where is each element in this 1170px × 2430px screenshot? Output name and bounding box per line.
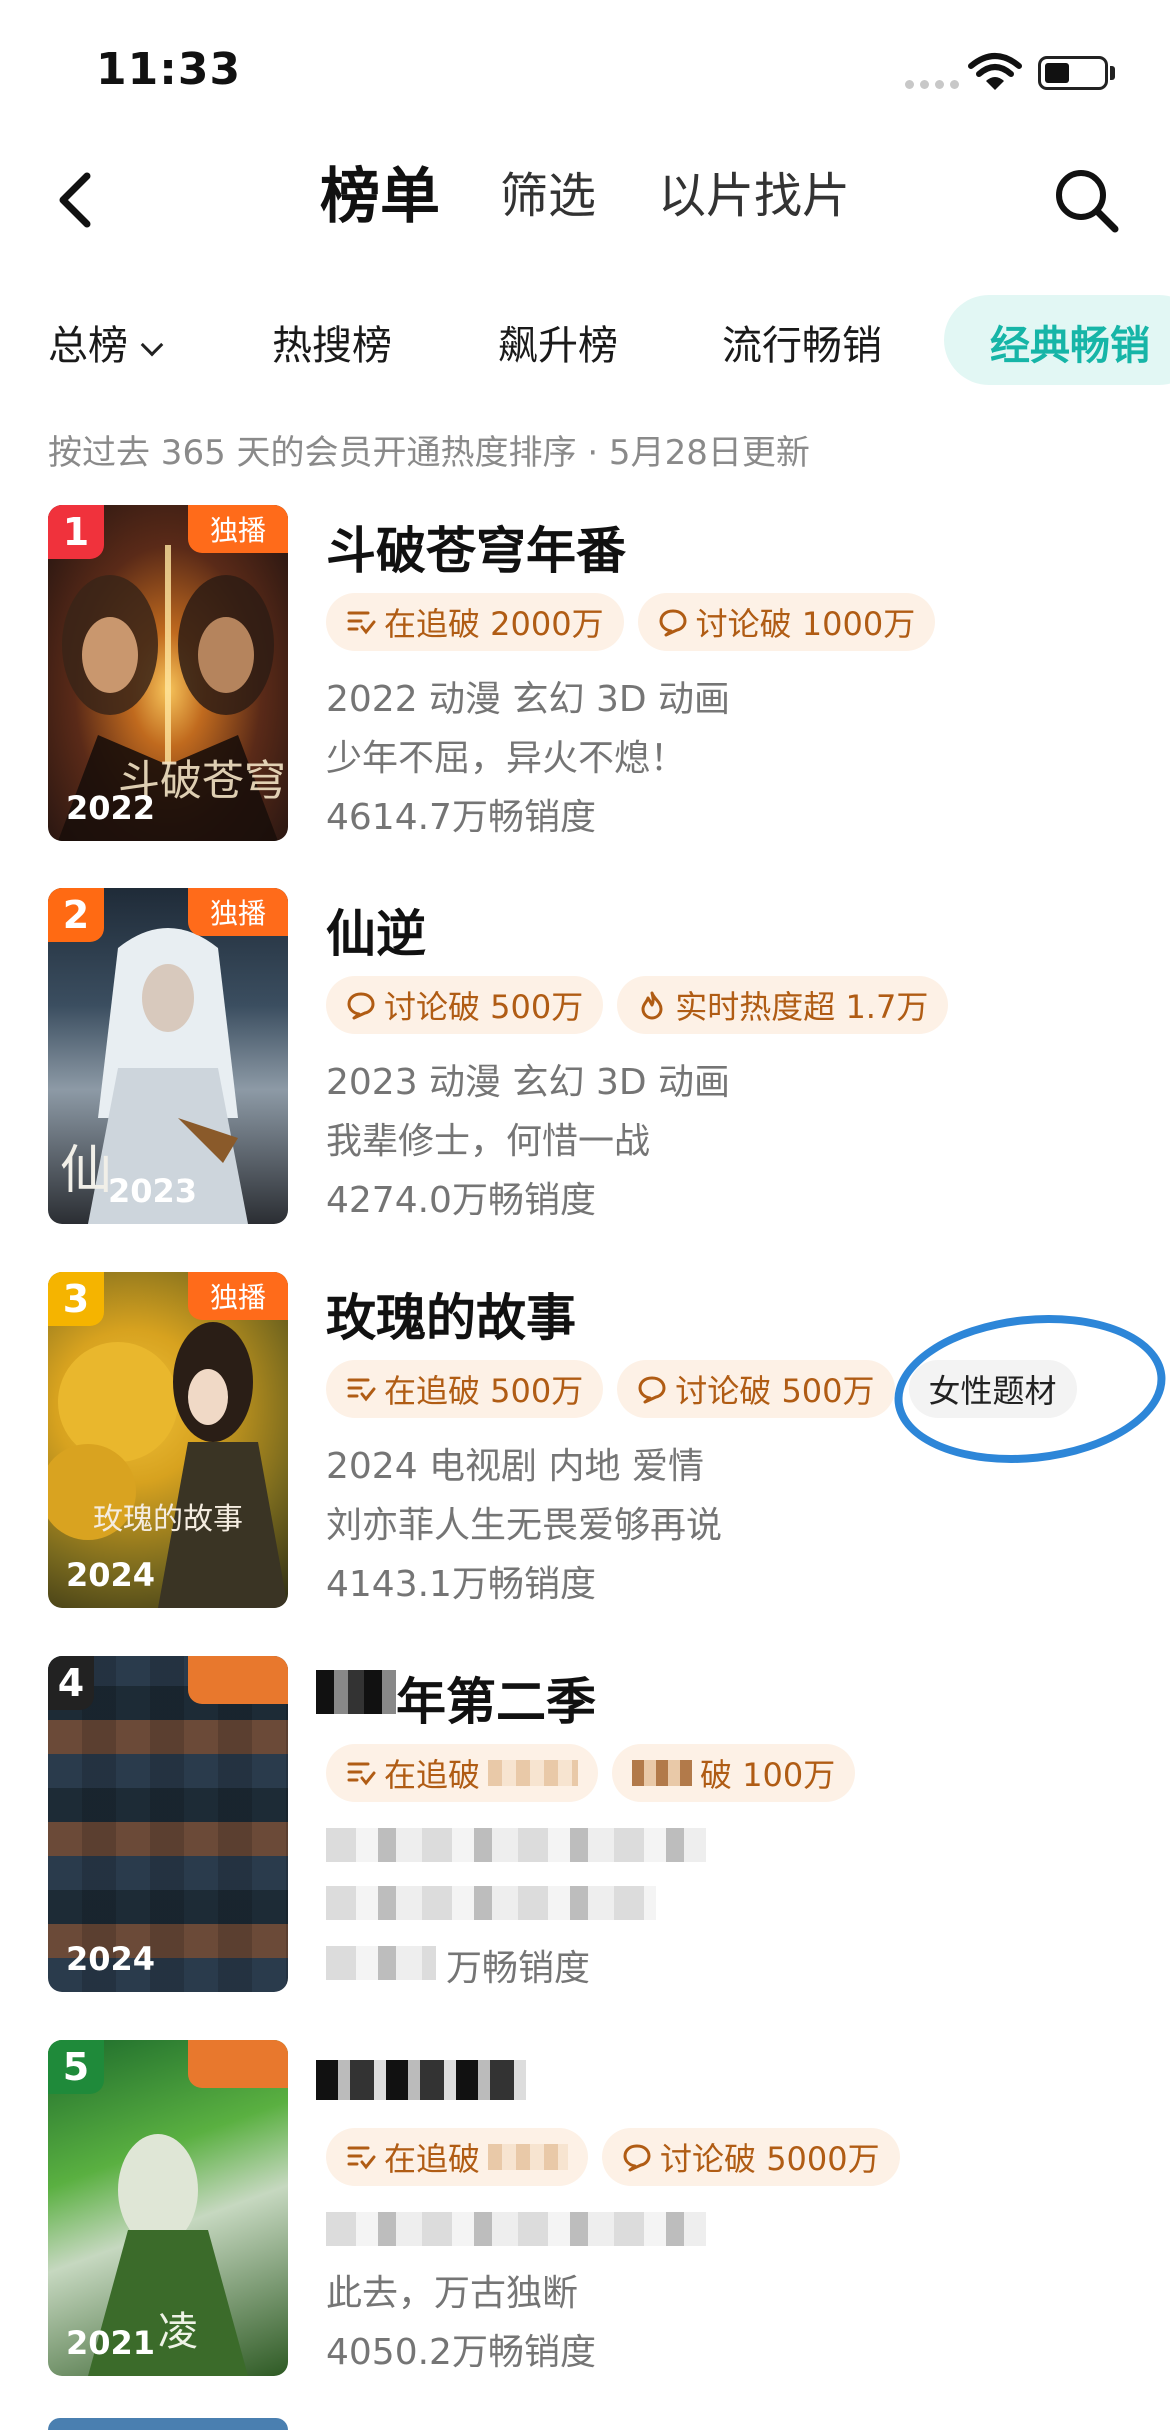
- tag-following: 在追破 2000万: [326, 593, 624, 651]
- item-info: 2024 电视剧 内地 爱情: [326, 1446, 704, 1487]
- next-poster-peek: [48, 2418, 288, 2430]
- comment-icon: [638, 1376, 666, 1404]
- battery-icon: [1038, 56, 1108, 90]
- exclusive-badge: [188, 1656, 288, 1704]
- tag-discussion: 讨论破 500万: [617, 1360, 895, 1418]
- list-item[interactable]: 凌 5 2021 在追破 讨论破 5000万 此去，万古独断 4050.2万畅销…: [0, 2040, 1170, 2380]
- rank-badge: 5: [48, 2040, 104, 2094]
- tag-following: 在追破: [326, 2128, 589, 2186]
- item-info: 2022 动漫 玄幻 3D 动画: [326, 679, 731, 720]
- exclusive-badge: [188, 2040, 288, 2088]
- following-icon: [347, 2146, 376, 2170]
- exclusive-badge: 独播: [188, 505, 288, 553]
- item-title[interactable]: 仙逆: [326, 894, 426, 966]
- tab-find-by-film[interactable]: 以片找片: [658, 156, 850, 226]
- following-icon: [347, 611, 376, 635]
- svg-text:凌: 凌: [158, 2309, 198, 2355]
- category-hot-search[interactable]: 热搜榜: [272, 313, 392, 371]
- category-bar: 总榜 热搜榜 飙升榜 流行畅销 经典畅销: [0, 295, 1170, 390]
- tag-following: 在追破 500万: [326, 1360, 604, 1418]
- category-popular[interactable]: 流行畅销: [722, 313, 882, 371]
- item-title[interactable]: [316, 2060, 526, 2100]
- exclusive-badge: 独播: [188, 888, 288, 936]
- exclusive-badge: 独播: [188, 1272, 288, 1320]
- flame-icon: [641, 991, 663, 1020]
- item-sales: 4274.0万畅销度: [326, 1180, 596, 1221]
- poster-image[interactable]: 4 2024: [48, 1656, 288, 1992]
- comment-icon: [347, 992, 375, 1020]
- back-button[interactable]: [40, 165, 110, 235]
- category-total[interactable]: 总榜: [48, 313, 164, 371]
- rank-badge: 2: [48, 888, 104, 942]
- item-tagline: 此去，万古独断: [326, 2273, 579, 2314]
- poster-year: 2022: [66, 789, 156, 827]
- poster-year: 2023: [108, 1172, 198, 1210]
- tag-discussion: 讨论破 500万: [326, 976, 604, 1034]
- list-item[interactable]: 玫瑰的故事 3 独播 2024 玫瑰的故事 在追破 500万 讨论破 500万 …: [0, 1272, 1170, 1612]
- item-tagline: 我辈修士，何惜一战: [326, 1121, 651, 1162]
- status-time: 11:33: [96, 44, 242, 95]
- tag-female-theme: 女性题材: [908, 1360, 1077, 1418]
- tag-discussion: 讨论破 5000万: [602, 2128, 900, 2186]
- poster-year: 2024: [66, 1940, 156, 1978]
- rank-badge: 1: [48, 505, 104, 559]
- item-sales: 4050.2万畅销度: [326, 2332, 596, 2373]
- tab-ranking[interactable]: 榜单: [320, 148, 440, 235]
- item-sales: 4614.7万畅销度: [326, 797, 596, 838]
- status-bar: 11:33: [0, 0, 1170, 140]
- category-classic-active[interactable]: 经典畅销: [944, 295, 1170, 385]
- item-title[interactable]: 年第二季: [396, 1662, 596, 1734]
- poster-caption: 玫瑰的故事: [93, 1502, 243, 1537]
- tag-discussion: 破 100万: [612, 1744, 856, 1802]
- tab-filter[interactable]: 筛选: [500, 156, 596, 226]
- nav-bar: 榜单 筛选 以片找片: [0, 140, 1170, 260]
- rank-badge: 3: [48, 1272, 104, 1326]
- item-sales: 万畅销度: [446, 1948, 591, 1989]
- list-item[interactable]: 仙 2 独播 2023 仙逆 讨论破 500万 实时热度超 1.7万 2023 …: [0, 888, 1170, 1228]
- poster-image[interactable]: 斗破苍穹 1 独播 2022: [48, 505, 288, 841]
- tag-discussion: 讨论破 1000万: [637, 593, 936, 651]
- poster-image[interactable]: 玫瑰的故事 3 独播 2024: [48, 1272, 288, 1608]
- svg-text:仙: 仙: [60, 1141, 112, 1201]
- poster-image[interactable]: 凌 5 2021: [48, 2040, 288, 2376]
- comment-icon: [659, 609, 687, 637]
- list-item[interactable]: 4 2024 年第二季 在追破 破 100万 万畅销度: [0, 1656, 1170, 1996]
- poster-year: 2024: [66, 1556, 156, 1594]
- list-item[interactable]: 斗破苍穹 1 独播 2022 斗破苍穹年番 在追破 2000万 讨论破 1000…: [0, 505, 1170, 845]
- item-title[interactable]: 玫瑰的故事: [326, 1278, 576, 1350]
- ranking-notice: 按过去 365 天的会员开通热度排序 · 5月28日更新: [48, 433, 810, 473]
- following-icon: [347, 1762, 376, 1786]
- item-title[interactable]: 斗破苍穹年番: [326, 511, 626, 583]
- back-arrow-icon: [59, 172, 91, 228]
- search-icon[interactable]: [1050, 164, 1122, 236]
- tag-following: 在追破: [326, 1744, 599, 1802]
- tag-heat: 实时热度超 1.7万: [617, 976, 949, 1034]
- following-icon: [347, 1378, 376, 1402]
- item-tagline: 刘亦菲人生无畏爱够再说: [326, 1505, 723, 1546]
- comment-icon: [623, 2144, 651, 2172]
- item-tagline: 少年不屈，异火不熄！: [326, 738, 687, 779]
- signal-dots-icon: [905, 80, 959, 89]
- item-sales: 4143.1万畅销度: [326, 1564, 596, 1605]
- chevron-down-icon: [140, 333, 164, 357]
- category-rising[interactable]: 飙升榜: [498, 313, 618, 371]
- wifi-icon: [968, 53, 1022, 90]
- poster-image[interactable]: 仙 2 独播 2023: [48, 888, 288, 1224]
- item-info: 2023 动漫 玄幻 3D 动画: [326, 1062, 731, 1103]
- rank-badge: 4: [48, 1656, 94, 1710]
- poster-year: 2021: [66, 2324, 156, 2362]
